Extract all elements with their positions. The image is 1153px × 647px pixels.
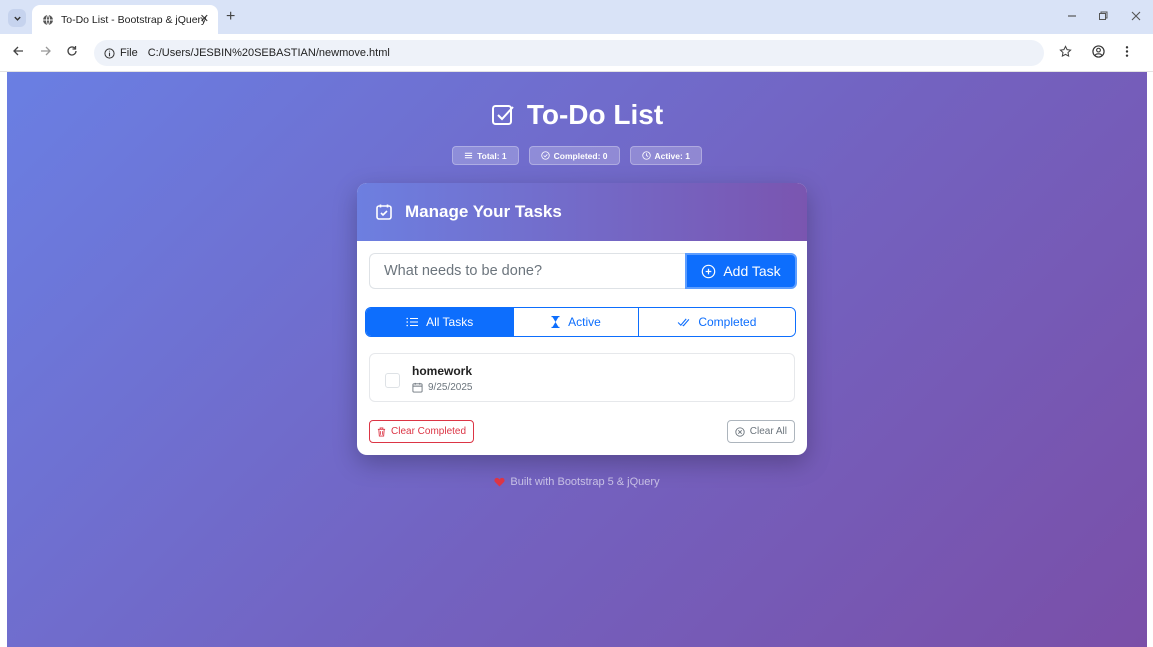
new-tab-button[interactable]: + xyxy=(226,9,235,25)
add-task-button[interactable]: Add Task xyxy=(685,253,797,289)
profile-icon[interactable] xyxy=(1092,45,1105,60)
completed-badge-label: Completed: 0 xyxy=(553,150,608,161)
total-badge-label: Total: 1 xyxy=(477,150,507,161)
hourglass-icon xyxy=(551,316,560,328)
forward-icon[interactable] xyxy=(40,45,52,59)
task-name: homework xyxy=(412,364,473,378)
clear-all-button[interactable]: Clear All xyxy=(726,420,795,443)
reload-icon[interactable] xyxy=(66,45,78,59)
clock-icon xyxy=(641,151,651,160)
footer: Built with Bootstrap 5 & jQuery xyxy=(7,476,1147,488)
globe-icon xyxy=(43,14,53,25)
page-title: To-Do List xyxy=(526,99,664,130)
plus-circle-icon xyxy=(702,264,716,278)
list-icon xyxy=(406,317,419,327)
filter-active[interactable]: Active xyxy=(513,308,638,336)
browser-tab-strip: To-Do List - Bootstrap & jQuery ✕ + xyxy=(0,0,1153,34)
close-tab-icon[interactable]: ✕ xyxy=(200,12,209,25)
active-badge: Active: 1 xyxy=(629,146,702,165)
restore-icon[interactable] xyxy=(1098,10,1108,24)
x-circle-icon xyxy=(735,426,745,437)
check-square-icon xyxy=(491,105,514,125)
calendar-check-icon xyxy=(376,204,392,220)
task-input[interactable] xyxy=(369,253,687,289)
filter-completed[interactable]: Completed xyxy=(637,308,795,336)
clear-completed-button[interactable]: Clear Completed xyxy=(369,420,475,443)
menu-kebab-icon[interactable] xyxy=(1125,45,1129,60)
check-all-icon xyxy=(678,318,690,326)
add-task-group: Add Task xyxy=(369,253,797,289)
app-header: To-Do List xyxy=(7,99,1147,131)
card-title: Manage Your Tasks xyxy=(405,202,562,221)
page-background: To-Do List Total: 1 Completed: 0 Active:… xyxy=(7,72,1147,647)
list-icon xyxy=(464,152,473,159)
task-date-row: 9/25/2025 xyxy=(412,382,473,393)
active-badge-label: Active: 1 xyxy=(654,150,690,161)
back-icon[interactable] xyxy=(12,45,24,59)
clear-completed-label: Clear Completed xyxy=(391,426,467,437)
heart-icon xyxy=(494,477,505,487)
card-header: Manage Your Tasks xyxy=(357,183,807,241)
stats-badges: Total: 1 Completed: 0 Active: 1 xyxy=(7,146,1147,165)
check-circle-icon xyxy=(540,151,550,160)
task-checkbox[interactable] xyxy=(385,373,400,388)
add-task-label: Add Task xyxy=(723,263,781,279)
bookmark-star-icon[interactable] xyxy=(1059,45,1072,60)
completed-badge: Completed: 0 xyxy=(528,146,620,165)
trash-icon xyxy=(377,427,386,436)
filter-all-tasks[interactable]: All Tasks xyxy=(366,308,514,336)
filter-all-label: All Tasks xyxy=(426,315,474,329)
calendar-icon xyxy=(412,382,423,393)
browser-tab[interactable]: To-Do List - Bootstrap & jQuery ✕ xyxy=(32,5,218,34)
total-badge: Total: 1 xyxy=(452,146,519,165)
clear-all-label: Clear All xyxy=(749,426,787,437)
close-window-icon[interactable] xyxy=(1131,10,1141,24)
task-card: Manage Your Tasks Add Task All Tasks Act… xyxy=(357,183,807,455)
filter-completed-label: Completed xyxy=(698,315,757,329)
filter-tabs: All Tasks Active Completed xyxy=(365,307,796,337)
task-date: 9/25/2025 xyxy=(428,382,473,393)
tab-title: To-Do List - Bootstrap & jQuery xyxy=(61,13,207,26)
info-icon xyxy=(104,47,115,59)
address-bar[interactable]: File C:/Users/JESBIN%20SEBASTIAN/newmove… xyxy=(94,40,1044,66)
footer-text: Built with Bootstrap 5 & jQuery xyxy=(510,476,660,488)
tab-search-button[interactable] xyxy=(8,9,26,27)
task-item: homework 9/25/2025 xyxy=(369,353,795,402)
minimize-icon[interactable] xyxy=(1067,10,1077,24)
filter-active-label: Active xyxy=(568,315,601,329)
url-text[interactable]: C:/Users/JESBIN%20SEBASTIAN/newmove.html xyxy=(148,47,390,59)
browser-toolbar: File C:/Users/JESBIN%20SEBASTIAN/newmove… xyxy=(0,34,1153,72)
url-scheme-label: File xyxy=(120,47,138,59)
chevron-down-icon xyxy=(13,16,21,21)
